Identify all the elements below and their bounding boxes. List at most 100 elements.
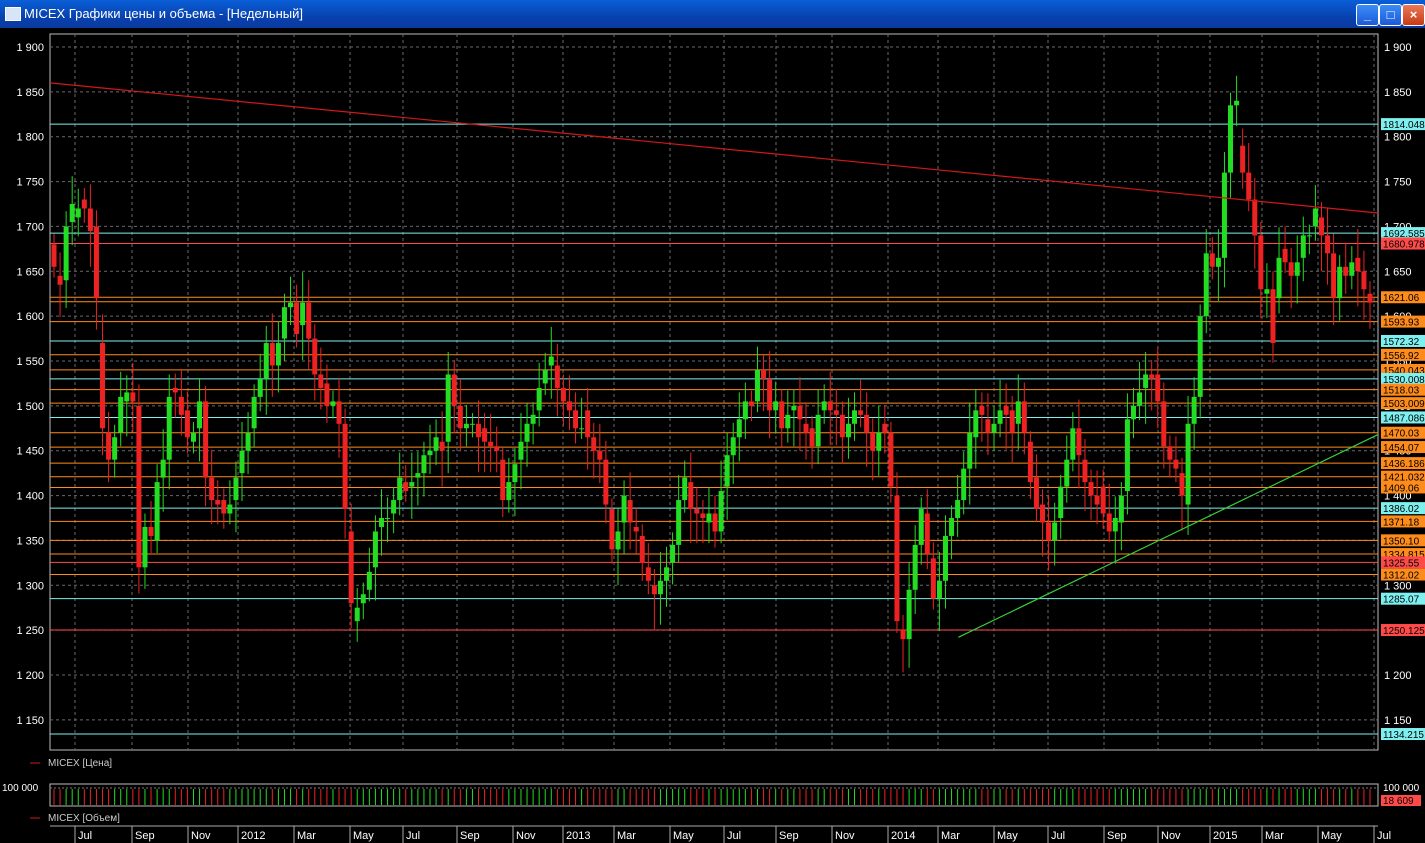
- candle-body: [1149, 374, 1155, 379]
- candle-body: [221, 500, 227, 514]
- candle-body: [239, 450, 245, 474]
- candle-body: [1106, 513, 1112, 532]
- candle-body: [554, 365, 560, 388]
- candle-body: [142, 526, 148, 568]
- candle-body: [924, 513, 930, 554]
- level-label: 1487.086: [1383, 413, 1425, 424]
- candle-body: [281, 307, 287, 339]
- candle-body: [178, 396, 184, 415]
- minimize-button[interactable]: _: [1356, 4, 1379, 26]
- x-tick-label: Nov: [835, 830, 855, 842]
- price-legend-label: MICEX [Цена]: [48, 758, 112, 769]
- chart-area[interactable]: 1 1501 1501 2001 2001 2501 2501 3001 300…: [0, 28, 1425, 843]
- candle-body: [894, 495, 900, 622]
- x-tick-label: Mar: [617, 830, 636, 842]
- candle-body: [118, 396, 124, 433]
- candle-body: [821, 401, 827, 411]
- candle-body: [1252, 199, 1258, 236]
- candle-body: [1137, 392, 1143, 406]
- candle-body: [1203, 253, 1209, 317]
- candle-body: [1258, 235, 1264, 290]
- candle-body: [1197, 316, 1203, 397]
- candle-body: [312, 338, 318, 375]
- candle-body: [288, 302, 294, 308]
- candle-body: [912, 544, 918, 590]
- candle-body: [1112, 518, 1118, 532]
- y-tick-label-right: 1 900: [1384, 42, 1412, 54]
- y-tick-label-right: 1 800: [1384, 132, 1412, 144]
- level-label: 1134.215: [1383, 730, 1424, 741]
- candle-body: [184, 410, 190, 438]
- level-label: 1593.93: [1383, 318, 1420, 329]
- candle-body: [1094, 495, 1100, 505]
- x-tick-label: Jul: [1051, 830, 1065, 842]
- candle-body: [736, 419, 742, 438]
- candle-body: [791, 405, 797, 411]
- level-label: 1312.02: [1383, 571, 1420, 582]
- y-tick-label-left: 1 250: [16, 625, 44, 637]
- candle-body: [160, 459, 166, 478]
- candle-body: [1276, 257, 1282, 299]
- maximize-button[interactable]: □: [1379, 4, 1402, 26]
- candle-body: [548, 356, 554, 366]
- candle-body: [1270, 289, 1276, 344]
- candle-body: [815, 414, 821, 447]
- candle-body: [1046, 522, 1052, 541]
- candle-body: [1349, 262, 1355, 276]
- candle-body: [1325, 235, 1331, 254]
- level-label: 1409.06: [1383, 483, 1420, 494]
- candle-body: [233, 477, 239, 501]
- candle-body: [833, 410, 839, 415]
- candle-body: [967, 432, 973, 469]
- candle-body: [500, 459, 506, 501]
- candle-body: [785, 414, 791, 429]
- candle-body: [700, 513, 706, 518]
- candle-body: [1124, 419, 1130, 492]
- candle-body: [627, 500, 633, 523]
- level-label: 1518.03: [1383, 386, 1420, 397]
- candle-body: [1027, 441, 1033, 483]
- candle-body: [742, 401, 748, 420]
- x-tick-label: 2014: [891, 830, 915, 842]
- x-tick-label: 2012: [241, 830, 265, 842]
- candle-body: [1167, 446, 1173, 460]
- candle-body: [385, 518, 391, 519]
- candle-body: [397, 477, 403, 501]
- candle-body: [1312, 208, 1318, 227]
- candle-body: [366, 571, 372, 590]
- candle-body: [979, 405, 985, 415]
- candle-body: [712, 513, 718, 532]
- candle-body: [955, 500, 961, 518]
- volume-plot-frame: [49, 783, 1379, 807]
- candle-body: [1130, 405, 1136, 420]
- level-label: 1285.07: [1383, 595, 1420, 606]
- candle-body: [706, 513, 712, 523]
- candle-body: [451, 374, 457, 406]
- candle-body: [415, 473, 421, 478]
- candle-body: [1076, 428, 1082, 456]
- candle-body: [324, 383, 330, 406]
- candle-body: [445, 374, 451, 442]
- candle-body: [51, 244, 57, 267]
- x-tick-label: Nov: [191, 830, 211, 842]
- candle-body: [657, 580, 663, 595]
- candle-body: [197, 401, 203, 429]
- candle-body: [360, 594, 366, 604]
- candle-body: [330, 401, 336, 406]
- candle-body: [573, 410, 579, 429]
- candle-body: [906, 589, 912, 640]
- y-tick-label-left: 1 200: [16, 670, 44, 682]
- window-titlebar[interactable]: MICEX Графики цены и объема - [Недельный…: [0, 0, 1425, 28]
- level-label: 1436.186: [1383, 459, 1425, 470]
- y-tick-label-left: 1 800: [16, 132, 44, 144]
- candle-body: [754, 369, 760, 402]
- level-label: 1386.02: [1383, 504, 1420, 515]
- level-label: 1503.009: [1383, 399, 1425, 410]
- candle-body: [1228, 105, 1234, 173]
- level-label: 1621.06: [1383, 293, 1420, 304]
- candle-body: [973, 410, 979, 438]
- candle-body: [203, 401, 209, 478]
- candle-body: [1185, 423, 1191, 505]
- candle-body: [427, 450, 433, 456]
- close-button[interactable]: ×: [1402, 4, 1425, 26]
